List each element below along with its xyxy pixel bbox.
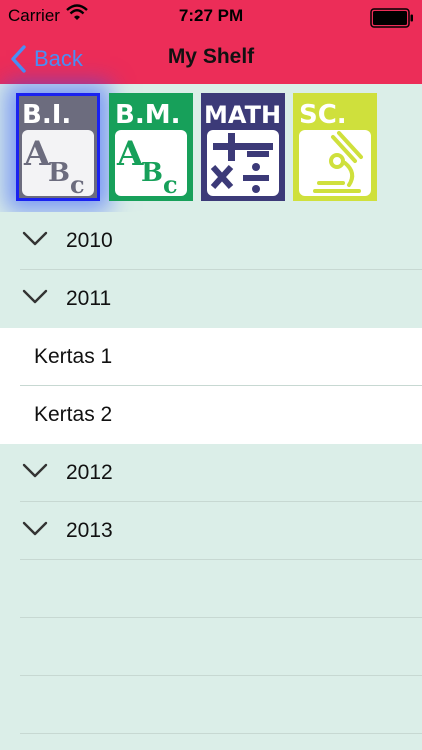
- year-row-2011[interactable]: 2011: [0, 270, 422, 328]
- book-math-code: MATH: [204, 101, 281, 129]
- book-sc[interactable]: SC.: [293, 93, 377, 201]
- status-bar: Carrier 7:27 PM: [0, 0, 422, 34]
- book-bi-code: B.I.: [22, 100, 71, 130]
- navigation-bar: Back My Shelf: [0, 34, 422, 84]
- svg-text:A: A: [23, 134, 51, 174]
- book-bm-code: B.M.: [115, 100, 180, 130]
- year-list: 2010 2011 Kertas 1 Kertas 2 2012 2013: [0, 212, 422, 734]
- page-title: My Shelf: [167, 45, 255, 68]
- year-label: 2010: [66, 229, 113, 252]
- year-row-2010[interactable]: 2010: [0, 212, 422, 270]
- row-divider: [20, 733, 422, 734]
- svg-text:B: B: [48, 158, 70, 188]
- svg-text:c: c: [163, 170, 178, 199]
- book-math[interactable]: MATH: [201, 93, 285, 201]
- book-sc-code: SC.: [299, 100, 347, 130]
- svg-text:A: A: [116, 134, 144, 174]
- year-label: 2013: [66, 519, 113, 542]
- empty-row: [0, 560, 422, 618]
- year-label: 2012: [66, 461, 113, 484]
- year-row-2013[interactable]: 2013: [0, 502, 422, 560]
- empty-row: [0, 618, 422, 676]
- svg-text:B: B: [141, 158, 163, 188]
- paper-row-kertas-1[interactable]: Kertas 1: [0, 328, 422, 386]
- paper-label: Kertas 1: [34, 345, 113, 368]
- status-time: 7:27 PM: [178, 6, 244, 25]
- chevron-down-icon: [22, 463, 48, 478]
- book-bm[interactable]: B.M. A B c: [109, 93, 193, 201]
- paper-label: Kertas 2: [34, 403, 113, 426]
- paper-row-kertas-2[interactable]: Kertas 2: [0, 386, 422, 444]
- chevron-down-icon: [22, 521, 48, 536]
- year-label: 2011: [66, 287, 112, 310]
- chevron-down-icon: [22, 289, 48, 304]
- book-bi[interactable]: B.I. A B c: [16, 93, 100, 201]
- svg-text:c: c: [70, 170, 85, 199]
- battery-icon: [370, 8, 414, 28]
- chevron-down-icon: [22, 231, 48, 246]
- subject-shelf: B.I. A B c B.M. A B c MATH SC.: [0, 84, 422, 212]
- year-row-2012[interactable]: 2012: [0, 444, 422, 502]
- empty-row: [0, 676, 422, 734]
